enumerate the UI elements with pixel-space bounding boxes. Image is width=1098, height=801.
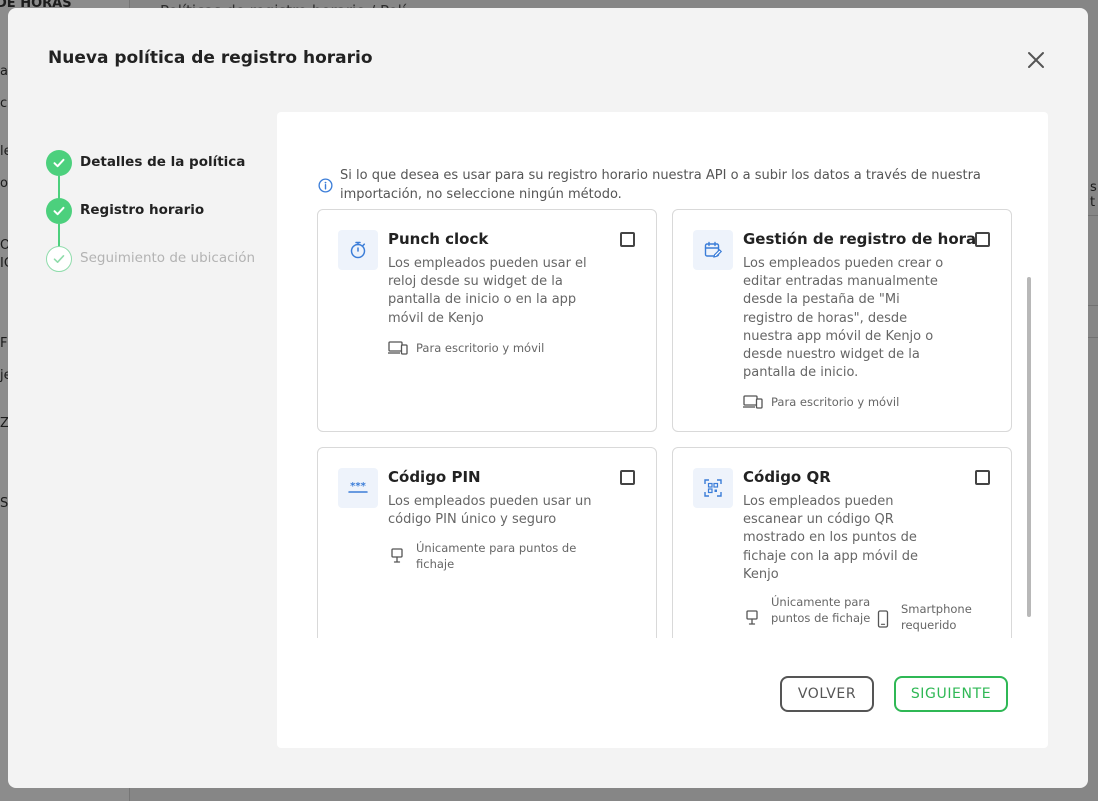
stepper-connector <box>58 224 60 247</box>
card-icon-container <box>693 230 733 270</box>
platform-label: Smartphone requerido <box>901 602 972 632</box>
dialog-title: Nueva política de registro horario <box>48 48 373 68</box>
card-checkbox[interactable] <box>620 232 635 247</box>
method-card-time-entries[interactable]: Gestión de registro de horas Los emplead… <box>672 209 1012 432</box>
close-button[interactable] <box>1024 48 1048 72</box>
platform-label: Para escritorio y móvil <box>416 341 545 355</box>
card-title: Punch clock <box>388 230 489 248</box>
step-pending-icon <box>46 246 72 272</box>
info-message: Si lo que desea es usar para su registro… <box>340 168 981 202</box>
card-description: Los empleados pueden escanear un código … <box>743 494 918 582</box>
method-card-punch-clock[interactable]: Punch clock Los empleados pueden usar el… <box>317 209 657 432</box>
card-checkbox[interactable] <box>975 232 990 247</box>
kiosk-icon <box>746 610 758 625</box>
step-label: Detalles de la política <box>80 154 246 170</box>
scrollbar-thumb[interactable] <box>1027 277 1031 617</box>
step-label: Seguimiento de ubicación <box>80 250 256 266</box>
stepper-connector <box>58 176 60 199</box>
card-checkbox[interactable] <box>620 470 635 485</box>
card-icon-container <box>693 468 733 508</box>
smartphone-icon <box>877 610 889 628</box>
devices-icon <box>388 341 408 355</box>
card-icon-container: *** <box>338 468 378 508</box>
method-card-pin-code[interactable]: *** Código PIN Los empleados pueden usar… <box>317 447 657 638</box>
cards-scrollbar[interactable] <box>1027 277 1033 617</box>
devices-icon <box>743 395 763 409</box>
step-complete-icon <box>46 150 72 176</box>
kiosk-icon <box>391 548 403 563</box>
card-title: Código QR <box>743 468 831 486</box>
platform-label: Únicamente para puntos de fichaje <box>416 541 577 571</box>
method-card-qr-code[interactable]: Código QR Los empleados pueden escanear … <box>672 447 1012 638</box>
step-complete-icon <box>46 198 72 224</box>
info-icon <box>318 178 333 193</box>
platform-label: Únicamente para puntos de fichaje <box>771 595 871 625</box>
card-description: Los empleados pueden usar un código PIN … <box>388 494 592 528</box>
card-icon-container <box>338 230 378 270</box>
back-button[interactable]: VOLVER <box>780 676 874 712</box>
close-icon <box>1028 52 1044 68</box>
svg-text:***: *** <box>350 481 366 492</box>
platform-label: Para escritorio y móvil <box>771 395 900 409</box>
method-cards-list: Punch clock Los empleados pueden usar el… <box>317 209 1017 638</box>
new-policy-dialog: Nueva política de registro horario Detal… <box>8 8 1088 788</box>
stopwatch-icon <box>350 241 366 259</box>
card-checkbox[interactable] <box>975 470 990 485</box>
step-label: Registro horario <box>80 202 205 218</box>
card-description: Los empleados pueden crear o editar entr… <box>743 256 944 381</box>
pin-code-icon: *** <box>348 481 368 493</box>
card-description: Los empleados pueden usar el reloj desde… <box>388 256 587 326</box>
qr-code-icon <box>704 479 722 497</box>
calendar-edit-icon <box>704 241 723 258</box>
content-panel: Si lo que desea es usar para su registro… <box>277 112 1048 748</box>
card-title: Código PIN <box>388 468 481 486</box>
next-button[interactable]: SIGUIENTE <box>894 676 1008 712</box>
card-title: Gestión de registro de horas <box>743 230 986 248</box>
